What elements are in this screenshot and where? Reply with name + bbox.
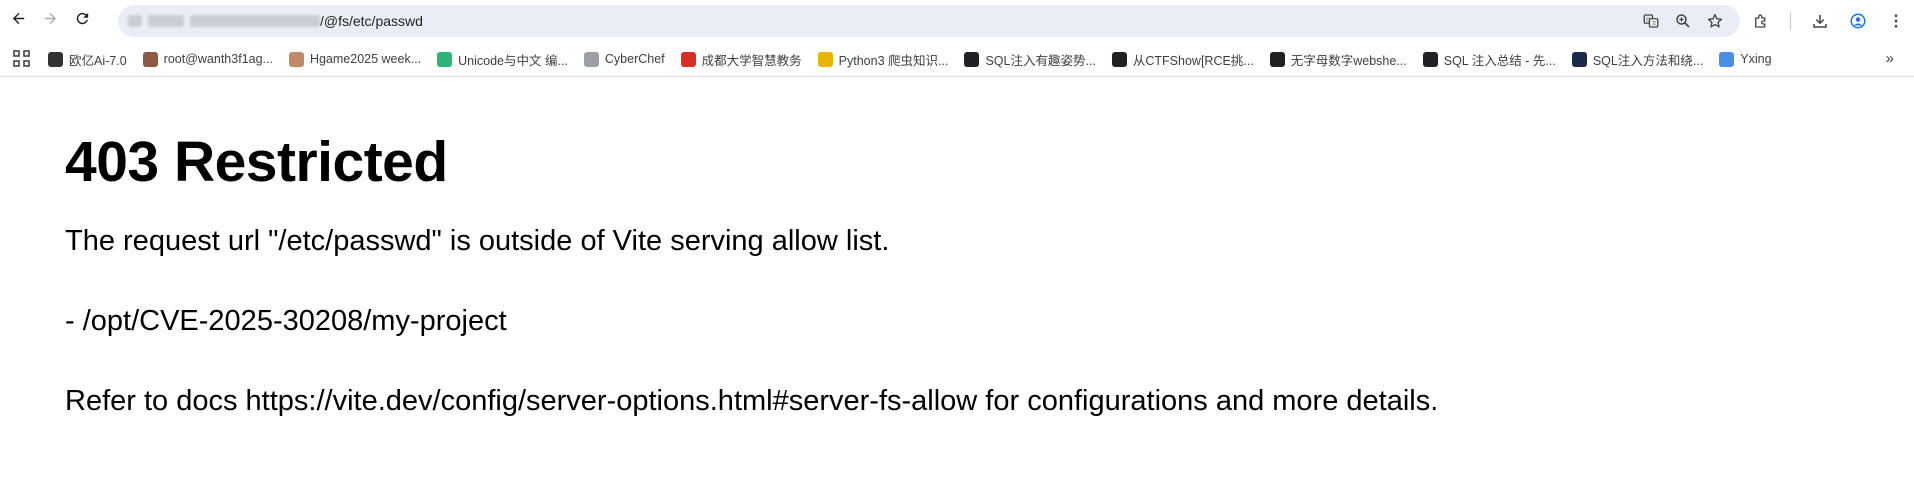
bookmark-item[interactable]: Yxing	[1713, 51, 1777, 67]
error-message: The request url "/etc/passwd" is outside…	[65, 225, 890, 257]
bookmark-favicon-icon	[48, 51, 63, 67]
bookmark-label: SQL注入方法和绕...	[1592, 53, 1704, 68]
bookmark-item[interactable]: 从CTFShow[RCE挑...	[1106, 50, 1260, 69]
bookmark-item[interactable]: SQL注入有趣姿势...	[958, 50, 1101, 69]
bookmark-item[interactable]: 无字母数字webshe...	[1264, 50, 1413, 69]
allow-list-item: - /opt/CVE-2025-30208/my-project	[65, 305, 507, 337]
bookmark-favicon-icon	[1269, 51, 1285, 67]
bookmark-favicon-icon	[583, 51, 599, 67]
bookmark-item[interactable]: Hgame2025 week...	[283, 51, 427, 67]
reload-button[interactable]	[68, 7, 96, 35]
bookmark-label: root@wanth3f1ag...	[163, 52, 273, 66]
bookmark-label: Yxing	[1740, 52, 1772, 66]
bookmark-favicon-icon	[142, 51, 158, 67]
forward-button[interactable]	[36, 7, 64, 35]
arrow-right-icon	[42, 10, 59, 32]
bookmark-favicon-icon	[437, 51, 453, 67]
bookmark-item[interactable]: 成都大学智慧教务	[675, 50, 808, 69]
menu-icon[interactable]	[1887, 12, 1905, 30]
star-icon[interactable]	[1706, 12, 1724, 30]
toolbar-actions	[1752, 7, 1905, 35]
bookmark-item[interactable]: 欧亿Ai-7.0	[42, 50, 133, 69]
bookmark-label: 无字母数字webshe...	[1290, 53, 1407, 68]
reload-icon	[74, 10, 91, 32]
docs-reference: Refer to docs https://vite.dev/config/se…	[65, 385, 1439, 417]
profile-icon[interactable]	[1849, 12, 1867, 30]
translate-icon[interactable]: G文	[1642, 12, 1660, 30]
arrow-left-icon	[10, 10, 27, 32]
address-bar[interactable]: /@fs/etc/passwd G文	[118, 5, 1740, 37]
bookmark-item[interactable]: SQL 注入总结 - 先...	[1417, 50, 1562, 69]
omnibox-actions: G文	[1642, 5, 1724, 37]
bookmark-label: Hgame2025 week...	[309, 52, 422, 66]
page-title: 403 Restricted	[65, 130, 448, 194]
bookmark-favicon-icon	[1719, 51, 1735, 67]
bookmark-item[interactable]: root@wanth3f1ag...	[137, 51, 279, 67]
bookmark-label: CyberChef	[604, 52, 665, 66]
toolbar-divider	[1790, 12, 1791, 30]
bookmark-item[interactable]: SQL注入方法和绕...	[1566, 50, 1709, 69]
bookmark-favicon-icon	[680, 51, 696, 67]
bookmark-item[interactable]: Python3 爬虫知识...	[812, 50, 955, 69]
bookmark-label: 成都大学智慧教务	[701, 53, 802, 68]
bookmark-favicon-icon	[1422, 51, 1438, 67]
bookmark-label: 欧亿Ai-7.0	[69, 53, 127, 68]
back-button[interactable]	[4, 7, 32, 35]
url-host-redacted	[128, 15, 320, 27]
bookmark-favicon-icon	[1571, 51, 1587, 67]
bookmark-label: Unicode与中文 编...	[458, 53, 568, 68]
zoom-icon[interactable]	[1674, 12, 1692, 30]
bookmark-favicon-icon	[817, 51, 833, 67]
browser-toolbar: /@fs/etc/passwd G文	[0, 0, 1914, 42]
bookmark-item[interactable]: Unicode与中文 编...	[431, 50, 574, 69]
bookmark-favicon-icon	[288, 51, 304, 67]
bookmark-favicon-icon	[1111, 51, 1127, 67]
bookmark-item[interactable]: CyberChef	[578, 51, 671, 67]
bookmark-label: SQL注入有趣姿势...	[985, 53, 1096, 68]
extensions-icon[interactable]	[1752, 12, 1770, 30]
bookmarks-bar: 欧亿Ai-7.0 root@wanth3f1ag... Hgame2025 week…	[0, 42, 1914, 77]
download-icon[interactable]	[1811, 12, 1829, 30]
bookmark-label: 从CTFShow[RCE挑...	[1132, 53, 1254, 68]
bookmark-favicon-icon	[964, 51, 980, 67]
bookmarks-overflow-button[interactable]: »	[1886, 50, 1894, 67]
bookmark-label: Python3 爬虫知识...	[838, 53, 949, 68]
page-content: 403 Restricted The request url "/etc/pas…	[0, 77, 1914, 419]
url-path: /@fs/etc/passwd	[320, 13, 423, 29]
apps-grid-icon[interactable]	[12, 49, 32, 69]
bookmark-label: SQL 注入总结 - 先...	[1443, 53, 1556, 68]
